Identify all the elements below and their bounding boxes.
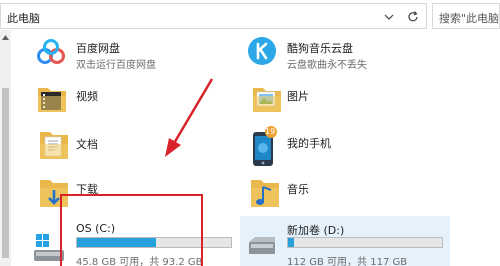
videos-folder-label: 视频 — [76, 90, 98, 103]
scroll-up-arrow-icon[interactable] — [2, 35, 9, 40]
music-folder-label: 音乐 — [287, 183, 309, 196]
address-bar[interactable]: 此电脑 — [0, 3, 427, 29]
baidu-netdisk-subtitle: 双击运行百度网盘 — [76, 60, 156, 71]
my-phone-label: 我的手机 — [287, 137, 331, 150]
kugou-music-icon — [248, 37, 276, 65]
scrollbar-thumb[interactable] — [2, 88, 9, 258]
drive-d-usage-bar-fill — [288, 238, 295, 247]
vertical-scrollbar[interactable] — [0, 30, 11, 266]
pictures-folder-icon — [253, 88, 281, 112]
search-placeholder: 搜索"此电脑" — [439, 12, 500, 25]
chevron-down-icon[interactable] — [384, 12, 394, 22]
annotation-highlight-box — [60, 194, 203, 266]
video-folder-icon — [38, 88, 66, 112]
phone-icon — [253, 126, 277, 166]
drive-d-label: 新加卷 (D:) — [287, 224, 345, 237]
documents-folder-label: 文档 — [76, 138, 98, 151]
baidu-netdisk-title: 百度网盘 — [76, 42, 120, 55]
phone-badge: 19 — [265, 127, 276, 136]
baidu-netdisk-icon — [37, 39, 65, 64]
pictures-folder-label: 图片 — [287, 90, 309, 103]
music-folder-icon — [251, 180, 279, 207]
drive-d-usage-bar — [287, 237, 443, 248]
kugou-cloud-subtitle: 云盘歌曲永不丢失 — [287, 60, 367, 71]
address-path: 此电脑 — [7, 12, 40, 25]
documents-folder-icon — [40, 132, 68, 159]
hard-drive-icon — [249, 237, 275, 254]
drive-d-usage-text: 112 GB 可用，共 117 GB — [287, 257, 408, 266]
refresh-icon[interactable] — [406, 10, 420, 24]
kugou-cloud-title: 酷狗音乐云盘 — [287, 42, 353, 55]
search-box[interactable]: 搜索"此电脑" — [432, 3, 500, 29]
annotation-arrow — [165, 78, 214, 157]
